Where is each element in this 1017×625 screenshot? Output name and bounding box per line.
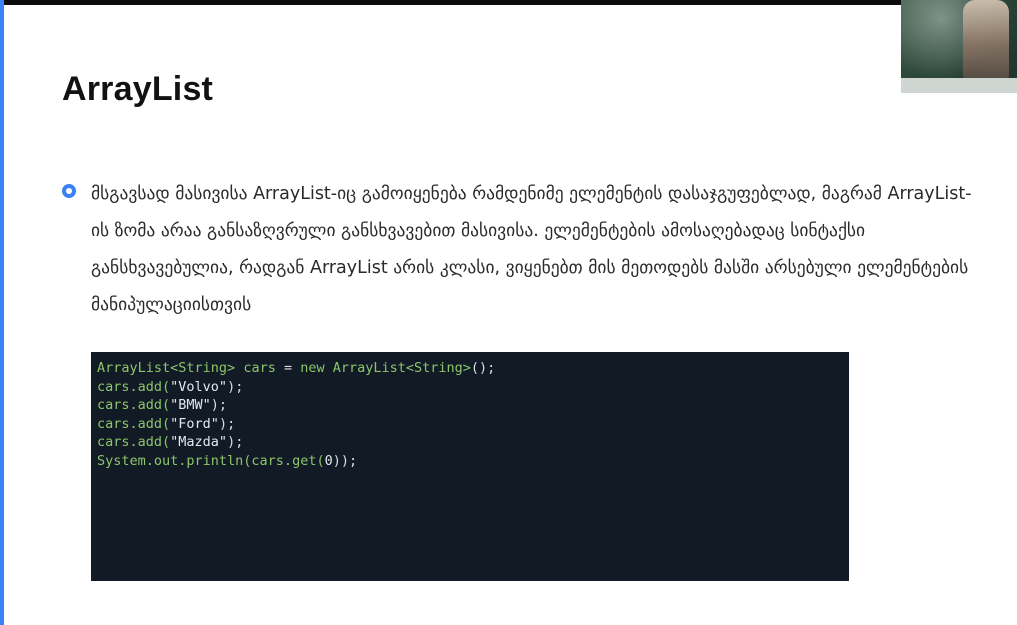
presentation-slide: ArrayList მსგავსად მასივისა ArrayList-იც… bbox=[0, 0, 1017, 625]
bullet-dot-icon bbox=[62, 184, 76, 198]
code-token: new bbox=[300, 360, 325, 376]
code-token: ArrayList<String> bbox=[97, 360, 236, 376]
webcam-thumbnail bbox=[901, 0, 1017, 93]
code-token: cars.add( bbox=[97, 397, 171, 414]
code-token: cars bbox=[243, 360, 276, 376]
code-token: "Volvo" bbox=[170, 378, 228, 395]
slide-title: ArrayList bbox=[62, 70, 214, 108]
top-bar bbox=[0, 0, 1017, 5]
code-line: cars.add("BMW"); bbox=[97, 396, 843, 415]
code-token: System.out.println(cars.get( bbox=[97, 452, 325, 469]
code-token: ); bbox=[210, 397, 228, 414]
code-line: ArrayList<String> cars = new ArrayList<S… bbox=[97, 359, 843, 378]
code-token: 0 bbox=[324, 452, 333, 469]
code-token: cars.add( bbox=[97, 415, 171, 432]
code-token: "Mazda" bbox=[170, 434, 228, 451]
code-token: ArrayList<String> bbox=[332, 360, 471, 376]
code-block: ArrayList<String> cars = new ArrayList<S… bbox=[91, 352, 849, 581]
code-line: cars.add("Ford"); bbox=[97, 415, 843, 434]
code-token: )); bbox=[332, 452, 358, 469]
code-token: ); bbox=[218, 415, 236, 432]
code-line: System.out.println(cars.get(0)); bbox=[97, 452, 843, 471]
code-token: ); bbox=[227, 378, 244, 395]
code-token: (); bbox=[470, 360, 496, 376]
code-line: cars.add("Mazda"); bbox=[97, 433, 843, 452]
webcam-floor bbox=[901, 78, 1017, 93]
code-line: cars.add("Volvo"); bbox=[97, 378, 843, 397]
presenter-figure bbox=[963, 0, 1009, 80]
left-accent-bar bbox=[0, 0, 4, 625]
bullet-text: მსგავსად მასივისა ArrayList-იც გამოიყენე… bbox=[91, 184, 972, 315]
code-token: ); bbox=[227, 434, 244, 451]
code-token: cars.add( bbox=[97, 378, 171, 395]
code-token: "Ford" bbox=[170, 415, 219, 432]
code-token: "BMW" bbox=[170, 397, 211, 414]
code-token: cars.add( bbox=[97, 434, 171, 451]
code-token: = bbox=[275, 360, 301, 376]
